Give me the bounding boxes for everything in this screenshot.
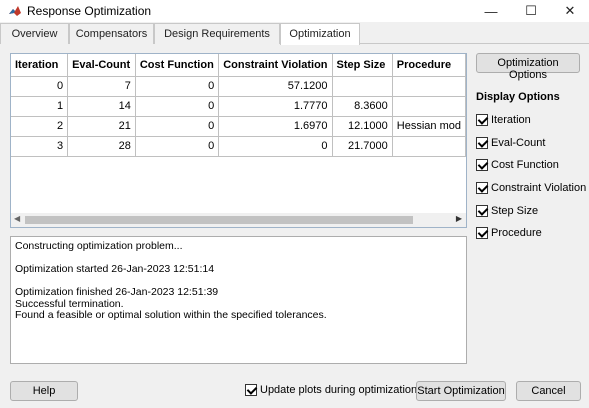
log-line: Optimization started 26-Jan-2023 12:51:1… xyxy=(15,263,215,275)
checkbox-checked-icon[interactable] xyxy=(476,205,488,217)
checkbox-label: Cost Function xyxy=(491,159,559,171)
title-bar: Response Optimization — ☐ ✕ xyxy=(0,0,589,22)
column-header-cost-function[interactable]: Cost Function xyxy=(134,54,220,77)
table-cell: 0 xyxy=(11,75,69,97)
table-cell: 8.3600 xyxy=(331,95,393,117)
table-cell: 1.6970 xyxy=(218,115,333,137)
update-plots-checkbox[interactable]: Update plots during optimization xyxy=(245,384,417,396)
minimize-button[interactable]: — xyxy=(472,0,510,22)
table-cell: 0 xyxy=(134,75,220,97)
help-button[interactable]: Help xyxy=(10,381,78,401)
horizontal-scrollbar[interactable]: ◀ ▶ xyxy=(11,213,466,227)
checkbox-checked-icon[interactable] xyxy=(476,227,488,239)
tab-compensators[interactable]: Compensators xyxy=(69,23,154,44)
close-button[interactable]: ✕ xyxy=(551,0,589,22)
checkbox-cost-function[interactable]: Cost Function xyxy=(476,158,559,172)
table-cell: 28 xyxy=(67,135,136,157)
log-line: Constructing optimization problem... xyxy=(15,240,183,252)
table-cell: 0 xyxy=(134,115,220,137)
log-line: Optimization finished 26-Jan-2023 12:51:… xyxy=(15,286,219,298)
table-row[interactable]: 3 28 0 0 21.7000 xyxy=(11,135,466,157)
table-cell: 0 xyxy=(134,95,220,117)
log-line: Found a feasible or optimal solution wit… xyxy=(15,309,327,321)
table-row[interactable]: 2 21 0 1.6970 12.1000 Hessian mod xyxy=(11,115,466,137)
table-cell: 1 xyxy=(11,95,69,117)
scroll-left-icon[interactable]: ◀ xyxy=(14,214,20,223)
table-cell: 1.7770 xyxy=(218,95,333,117)
table-cell: 7 xyxy=(67,75,136,97)
table-cell: 3 xyxy=(11,135,69,157)
checkbox-label: Constraint Violation xyxy=(491,182,587,194)
table-cell: Hessian mod xyxy=(391,115,466,137)
scroll-right-icon[interactable]: ▶ xyxy=(456,214,462,223)
tab-optimization[interactable]: Optimization xyxy=(280,23,360,45)
checkbox-label: Eval-Count xyxy=(491,137,546,149)
checkbox-constraint-violation[interactable]: Constraint Violation xyxy=(476,181,586,195)
checkbox-label: Step Size xyxy=(491,205,539,217)
checkbox-label: Iteration xyxy=(491,114,531,126)
table-cell: 14 xyxy=(67,95,136,117)
table-cell: 21.7000 xyxy=(331,135,393,157)
tab-overview[interactable]: Overview xyxy=(0,23,69,44)
table-row[interactable]: 0 7 0 57.1200 xyxy=(11,75,466,97)
window-title: Response Optimization xyxy=(27,4,152,18)
table-row[interactable]: 1 14 0 1.7770 8.3600 xyxy=(11,95,466,117)
table-cell: 12.1000 xyxy=(331,115,393,137)
table-cell xyxy=(391,135,466,157)
start-optimization-button[interactable]: Start Optimization xyxy=(416,381,506,401)
checkbox-checked-icon[interactable] xyxy=(476,114,488,126)
checkbox-checked-icon[interactable] xyxy=(476,137,488,149)
matlab-icon xyxy=(8,4,22,18)
column-header-iteration[interactable]: Iteration xyxy=(11,54,69,77)
checkbox-checked-icon[interactable] xyxy=(476,182,488,194)
scrollbar-thumb[interactable] xyxy=(25,216,413,224)
column-header-constraint-violation[interactable]: Constraint Violation xyxy=(218,54,333,77)
checkbox-iteration[interactable]: Iteration xyxy=(476,113,531,127)
table-cell xyxy=(391,75,466,97)
table-cell: 2 xyxy=(11,115,69,137)
tab-bar: Overview Compensators Design Requirement… xyxy=(0,23,589,45)
checkbox-step-size[interactable]: Step Size xyxy=(476,204,538,218)
cancel-button[interactable]: Cancel xyxy=(516,381,581,401)
results-table: Iteration Eval-Count Cost Function Const… xyxy=(11,54,466,157)
display-options-heading: Display Options xyxy=(476,91,560,103)
column-header-step-size[interactable]: Step Size xyxy=(331,54,393,77)
checkbox-procedure[interactable]: Procedure xyxy=(476,226,542,240)
table-cell xyxy=(391,95,466,117)
checkbox-checked-icon[interactable] xyxy=(476,159,488,171)
table-cell xyxy=(331,75,393,97)
checkbox-checked-icon[interactable] xyxy=(245,384,257,396)
optimization-log[interactable]: Constructing optimization problem... Opt… xyxy=(10,236,467,364)
table-cell: 57.1200 xyxy=(218,75,333,97)
update-plots-label: Update plots during optimization xyxy=(260,384,418,396)
results-table-panel: Iteration Eval-Count Cost Function Const… xyxy=(10,53,467,228)
checkbox-eval-count[interactable]: Eval-Count xyxy=(476,136,545,150)
table-cell: 0 xyxy=(134,135,220,157)
table-cell: 0 xyxy=(218,135,333,157)
table-cell: 21 xyxy=(67,115,136,137)
column-header-eval-count[interactable]: Eval-Count xyxy=(67,54,136,77)
maximize-button[interactable]: ☐ xyxy=(512,0,550,22)
optimization-options-button[interactable]: Optimization Options xyxy=(476,53,580,81)
checkbox-label: Procedure xyxy=(491,227,542,239)
table-header-row: Iteration Eval-Count Cost Function Const… xyxy=(11,54,466,77)
tab-design-requirements[interactable]: Design Requirements xyxy=(154,23,280,44)
column-header-procedure[interactable]: Procedure xyxy=(391,54,466,77)
